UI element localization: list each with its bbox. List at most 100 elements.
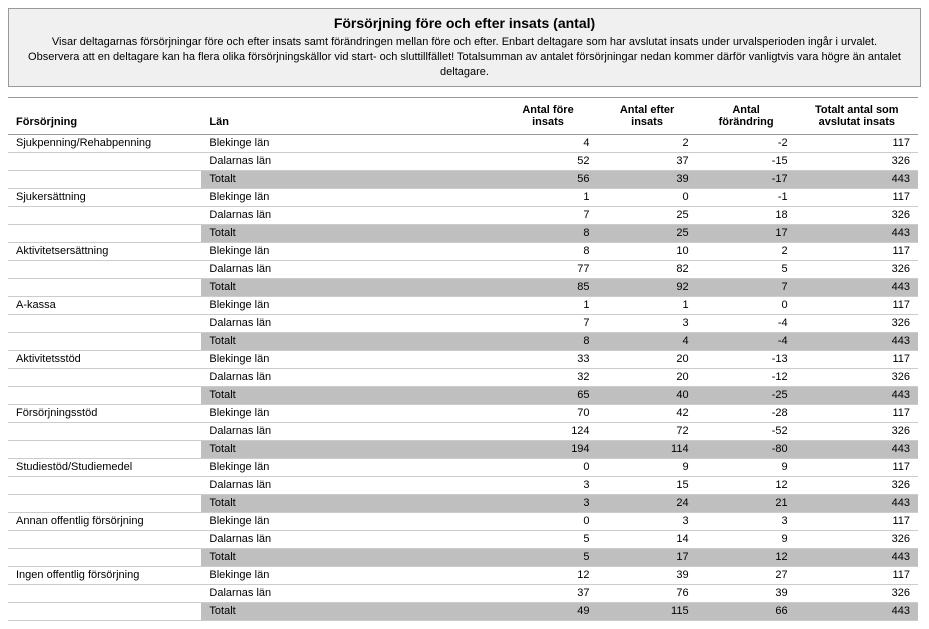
lan-cell: Blekinge län xyxy=(201,404,498,422)
lan-cell: Dalarnas län xyxy=(201,206,498,224)
total-label-cell: Totalt xyxy=(201,548,498,566)
value-cell: 124 xyxy=(499,422,598,440)
value-cell: 117 xyxy=(796,566,918,584)
lan-cell: Dalarnas län xyxy=(201,314,498,332)
total-value-cell: -80 xyxy=(697,440,796,458)
category-cell xyxy=(8,368,201,386)
total-value-cell: 443 xyxy=(796,332,918,350)
value-cell: 10 xyxy=(598,242,697,260)
category-cell: Sjukpenning/Rehabpenning xyxy=(8,134,201,152)
value-cell: 326 xyxy=(796,152,918,170)
report-subtitle-1: Visar deltagarnas försörjningar före och… xyxy=(17,35,912,50)
table-row: Dalarnas län5237-15326 xyxy=(8,152,918,170)
value-cell: 25 xyxy=(598,206,697,224)
lan-cell: Blekinge län xyxy=(201,566,498,584)
lan-cell: Dalarnas län xyxy=(201,152,498,170)
category-cell xyxy=(8,206,201,224)
total-value-cell: 443 xyxy=(796,602,918,620)
total-value-cell: 24 xyxy=(598,494,697,512)
total-row: Totalt84-4443 xyxy=(8,332,918,350)
report-subtitle-2: Observera att en deltagare kan ha flera … xyxy=(17,50,912,80)
total-value-cell: 115 xyxy=(598,602,697,620)
value-cell: 2 xyxy=(697,242,796,260)
value-cell: 117 xyxy=(796,188,918,206)
col-change: Antal förändring xyxy=(697,97,796,134)
value-cell: 117 xyxy=(796,512,918,530)
total-value-cell: 21 xyxy=(697,494,796,512)
category-cell: A-kassa xyxy=(8,296,201,314)
value-cell: 1 xyxy=(598,296,697,314)
table-row: Dalarnas län73-4326 xyxy=(8,314,918,332)
report-header: Försörjning före och efter insats (antal… xyxy=(8,8,921,87)
value-cell: -12 xyxy=(697,368,796,386)
value-cell: 20 xyxy=(598,368,697,386)
category-cell xyxy=(8,530,201,548)
category-cell xyxy=(8,386,201,404)
category-cell xyxy=(8,440,201,458)
total-label-cell: Totalt xyxy=(201,602,498,620)
col-before: Antal före insats xyxy=(499,97,598,134)
total-label-cell: Totalt xyxy=(201,224,498,242)
total-value-cell: 40 xyxy=(598,386,697,404)
lan-cell: Dalarnas län xyxy=(201,584,498,602)
total-value-cell: 8 xyxy=(499,224,598,242)
value-cell: 1 xyxy=(499,296,598,314)
table-row: Studiestöd/StudiemedelBlekinge län099117 xyxy=(8,458,918,476)
table-row: Annan offentlig försörjningBlekinge län0… xyxy=(8,512,918,530)
category-cell xyxy=(8,422,201,440)
value-cell: 3 xyxy=(499,476,598,494)
value-cell: 39 xyxy=(598,566,697,584)
total-value-cell: 8 xyxy=(499,332,598,350)
report-title: Försörjning före och efter insats (antal… xyxy=(17,15,912,31)
col-lan: Län xyxy=(201,97,498,134)
value-cell: 14 xyxy=(598,530,697,548)
value-cell: 33 xyxy=(499,350,598,368)
value-cell: -1 xyxy=(697,188,796,206)
total-value-cell: 49 xyxy=(499,602,598,620)
value-cell: 326 xyxy=(796,422,918,440)
value-cell: 326 xyxy=(796,368,918,386)
category-cell xyxy=(8,476,201,494)
table-row: A-kassaBlekinge län110117 xyxy=(8,296,918,314)
total-value-cell: -17 xyxy=(697,170,796,188)
total-value-cell: 114 xyxy=(598,440,697,458)
lan-cell: Blekinge län xyxy=(201,134,498,152)
category-cell xyxy=(8,170,201,188)
value-cell: 326 xyxy=(796,314,918,332)
category-cell: Studiestöd/Studiemedel xyxy=(8,458,201,476)
category-cell: Ingen offentlig försörjning xyxy=(8,566,201,584)
total-row: Totalt32421443 xyxy=(8,494,918,512)
total-value-cell: 17 xyxy=(598,548,697,566)
col-category: Försörjning xyxy=(8,97,201,134)
value-cell: 76 xyxy=(598,584,697,602)
total-row: Totalt85927443 xyxy=(8,278,918,296)
value-cell: 0 xyxy=(697,296,796,314)
category-cell xyxy=(8,494,201,512)
value-cell: 4 xyxy=(499,134,598,152)
total-label-cell: Totalt xyxy=(201,278,498,296)
total-value-cell: 443 xyxy=(796,278,918,296)
value-cell: -15 xyxy=(697,152,796,170)
value-cell: 32 xyxy=(499,368,598,386)
value-cell: 42 xyxy=(598,404,697,422)
col-after: Antal efter insats xyxy=(598,97,697,134)
value-cell: 15 xyxy=(598,476,697,494)
value-cell: 117 xyxy=(796,404,918,422)
lan-cell: Dalarnas län xyxy=(201,530,498,548)
total-value-cell: 12 xyxy=(697,548,796,566)
lan-cell: Blekinge län xyxy=(201,188,498,206)
total-value-cell: 66 xyxy=(697,602,796,620)
lan-cell: Dalarnas län xyxy=(201,422,498,440)
value-cell: 9 xyxy=(598,458,697,476)
category-cell xyxy=(8,602,201,620)
category-cell xyxy=(8,278,201,296)
value-cell: 3 xyxy=(598,512,697,530)
table-row: FörsörjningsstödBlekinge län7042-28117 xyxy=(8,404,918,422)
total-label-cell: Totalt xyxy=(201,494,498,512)
value-cell: 5 xyxy=(697,260,796,278)
value-cell: 12 xyxy=(499,566,598,584)
value-cell: -28 xyxy=(697,404,796,422)
category-cell: Aktivitetsstöd xyxy=(8,350,201,368)
value-cell: 326 xyxy=(796,476,918,494)
category-cell xyxy=(8,332,201,350)
